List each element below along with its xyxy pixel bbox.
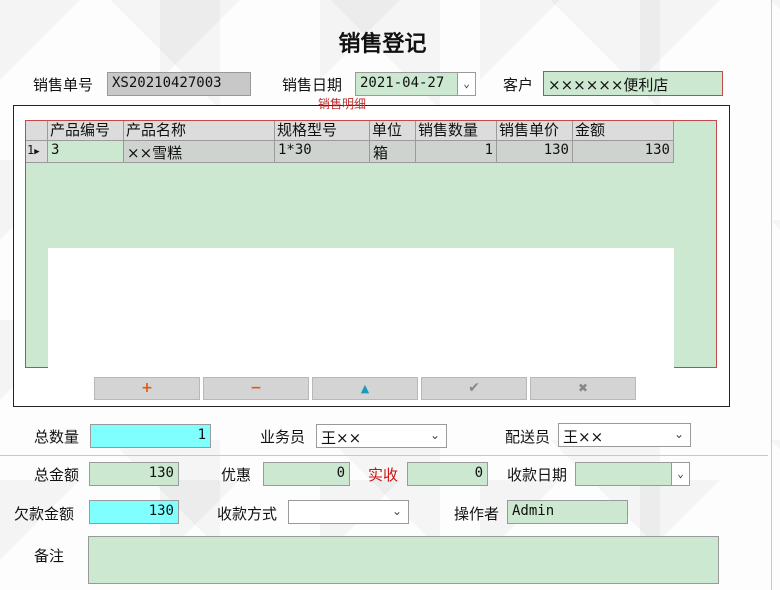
total-amount-label: 总金额 — [34, 466, 80, 484]
row-pointer-icon: ▶ — [34, 147, 40, 157]
move-up-button[interactable]: ▲ — [312, 377, 418, 400]
total-amount-field[interactable]: 130 — [89, 462, 179, 486]
minus-icon: − — [250, 380, 262, 396]
table-row-price[interactable]: 130 — [497, 141, 573, 163]
receipt-date-label: 收款日期 — [507, 466, 568, 484]
window-border — [771, 0, 772, 590]
sale-date-field[interactable]: 2021-04-27 ⌄ — [355, 72, 476, 96]
discount-field[interactable]: 0 — [263, 462, 350, 486]
customer-label: 客户 — [503, 76, 534, 94]
table-row-unit[interactable]: 箱 — [370, 141, 416, 163]
receipt-date-field[interactable]: ⌄ — [575, 462, 690, 486]
chevron-down-icon: ⌄ — [391, 504, 402, 518]
cancel-button[interactable]: ✖ — [530, 377, 636, 400]
table-row-spec[interactable]: 1*30 — [275, 141, 370, 163]
col-header-name[interactable]: 产品名称 — [124, 121, 275, 141]
owed-label: 欠款金额 — [14, 505, 75, 523]
col-header-unit[interactable]: 单位 — [370, 121, 416, 141]
total-qty-label: 总数量 — [34, 428, 80, 446]
delivery-value: 王×× — [563, 428, 604, 446]
chevron-down-icon: ⌄ — [673, 427, 684, 441]
order-no-field[interactable]: XS20210427003 — [107, 72, 251, 96]
grid-empty-area — [48, 248, 674, 368]
col-header-qty[interactable]: 销售数量 — [416, 121, 497, 141]
pay-method-label: 收款方式 — [217, 505, 278, 523]
discount-label: 优惠 — [221, 466, 252, 484]
remark-label: 备注 — [34, 547, 65, 565]
delivery-select[interactable]: 王×× ⌄ — [558, 423, 691, 447]
close-icon: ✖ — [577, 381, 589, 395]
received-field[interactable]: 0 — [407, 462, 488, 486]
col-header-amount[interactable]: 金额 — [573, 121, 674, 141]
remark-textarea[interactable] — [88, 536, 719, 584]
table-row-name[interactable]: ××雪糕 — [124, 141, 275, 163]
sale-date-label: 销售日期 — [282, 76, 343, 94]
confirm-button[interactable]: ✔ — [421, 377, 527, 400]
salesman-value: 王×× — [321, 429, 362, 447]
customer-field[interactable]: ××××××便利店 — [543, 71, 723, 96]
sales-detail-grid[interactable]: 产品编号 产品名称 规格型号 单位 销售数量 销售单价 金额 1▶ 3 ××雪糕… — [25, 120, 717, 368]
total-qty-field[interactable]: 1 — [90, 424, 211, 448]
order-no-label: 销售单号 — [33, 76, 94, 94]
row-indicator[interactable]: 1▶ — [26, 141, 48, 163]
sale-date-value: 2021-04-27 — [360, 75, 445, 91]
add-row-button[interactable]: + — [94, 377, 200, 400]
divider — [0, 455, 768, 456]
details-caption: 销售明细 — [318, 97, 367, 111]
operator-field[interactable]: Admin — [507, 500, 628, 524]
chevron-down-icon[interactable]: ⌄ — [671, 463, 689, 485]
grid-corner — [26, 121, 48, 141]
chevron-down-icon[interactable]: ⌄ — [457, 73, 475, 95]
table-row-code[interactable]: 3 — [48, 141, 124, 163]
col-header-code[interactable]: 产品编号 — [48, 121, 124, 141]
salesman-label: 业务员 — [260, 428, 306, 446]
delete-row-button[interactable]: − — [203, 377, 309, 400]
page-title: 销售登记 — [338, 31, 427, 57]
triangle-up-icon: ▲ — [360, 382, 370, 395]
plus-icon: + — [141, 380, 153, 396]
chevron-down-icon: ⌄ — [429, 428, 440, 442]
col-header-spec[interactable]: 规格型号 — [275, 121, 370, 141]
table-row-qty[interactable]: 1 — [416, 141, 497, 163]
check-icon: ✔ — [468, 380, 480, 396]
delivery-label: 配送员 — [505, 428, 551, 446]
owed-field[interactable]: 130 — [89, 500, 179, 524]
pay-method-select[interactable]: ⌄ — [288, 500, 409, 524]
table-row-amount[interactable]: 130 — [573, 141, 674, 163]
salesman-select[interactable]: 王×× ⌄ — [316, 424, 447, 448]
operator-label: 操作者 — [454, 505, 500, 523]
received-label: 实收 — [368, 466, 399, 484]
col-header-price[interactable]: 销售单价 — [497, 121, 573, 141]
